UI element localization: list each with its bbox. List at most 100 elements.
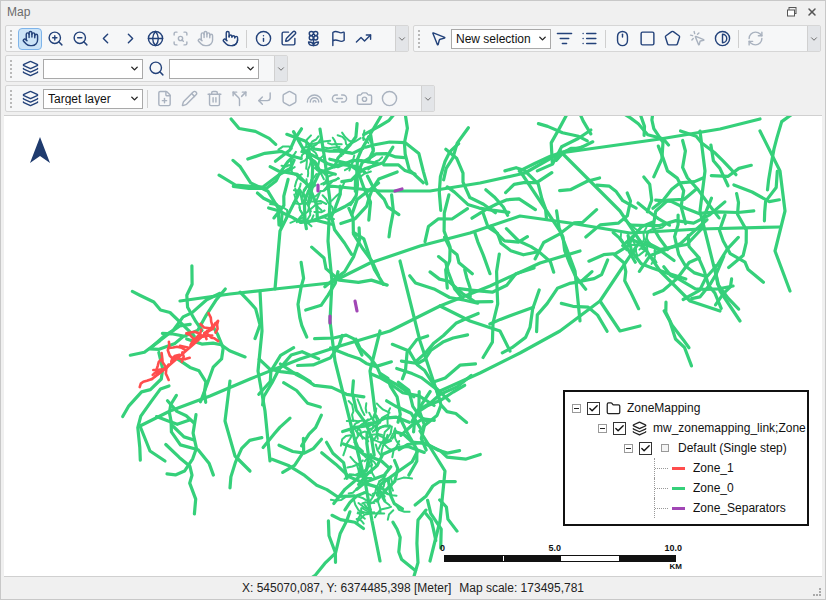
flag-icon bbox=[330, 30, 347, 47]
reverse-button[interactable] bbox=[252, 88, 276, 110]
snapshot-button[interactable] bbox=[352, 88, 376, 110]
next-extent-icon bbox=[122, 30, 139, 47]
toolbar-grip[interactable] bbox=[10, 30, 15, 48]
layer-checkbox[interactable] bbox=[639, 442, 652, 455]
points-button[interactable] bbox=[377, 88, 401, 110]
split-feature-button[interactable] bbox=[227, 88, 251, 110]
zoom-in-button[interactable] bbox=[43, 28, 67, 50]
select-by-attribute-button[interactable] bbox=[552, 28, 576, 50]
full-extent-icon bbox=[147, 30, 164, 47]
toolbar-overflow-button[interactable] bbox=[274, 56, 287, 81]
expand-toggle[interactable] bbox=[624, 444, 633, 453]
toolbar-grip[interactable] bbox=[10, 60, 15, 78]
zoom-selection-icon bbox=[172, 30, 189, 47]
layer-button[interactable] bbox=[18, 58, 42, 80]
full-extent-button[interactable] bbox=[143, 28, 167, 50]
title-bar: Map bbox=[1, 1, 825, 23]
vertices-button[interactable] bbox=[277, 88, 301, 110]
legend-root-row[interactable]: ZoneMapping bbox=[565, 398, 807, 418]
invert-selection-button[interactable] bbox=[710, 28, 734, 50]
search-icon bbox=[148, 60, 165, 77]
edit-attributes-icon bbox=[280, 30, 297, 47]
search-button[interactable] bbox=[144, 58, 168, 80]
map-canvas[interactable]: ZoneMappingmw_zonemapping_link;ZoneDefau… bbox=[4, 115, 822, 577]
layer-toolbar bbox=[5, 55, 288, 82]
close-button[interactable] bbox=[805, 5, 819, 19]
legend-style-row[interactable]: Default (Single step) bbox=[565, 438, 807, 458]
target-layer-icon bbox=[22, 90, 39, 107]
select-by-polygon-button[interactable] bbox=[660, 28, 684, 50]
check-icon bbox=[588, 403, 599, 414]
refresh-icon bbox=[747, 30, 764, 47]
identify-icon bbox=[255, 30, 272, 47]
layer-icon bbox=[22, 60, 39, 77]
arc-icon bbox=[306, 90, 323, 107]
selection-mode-dropdown[interactable]: New selection bbox=[451, 29, 551, 49]
pan-button[interactable] bbox=[18, 28, 42, 50]
toolbar-overflow-button[interactable] bbox=[395, 26, 408, 51]
select-icon bbox=[430, 30, 447, 47]
symbology-button[interactable] bbox=[301, 28, 325, 50]
edit-feature-icon bbox=[181, 90, 198, 107]
next-extent-button[interactable] bbox=[118, 28, 142, 50]
profile-button[interactable] bbox=[351, 28, 375, 50]
add-feature-button[interactable] bbox=[152, 88, 176, 110]
select-button[interactable] bbox=[426, 28, 450, 50]
restore-icon bbox=[787, 7, 797, 17]
identify-button[interactable] bbox=[251, 28, 275, 50]
clear-selection-button[interactable] bbox=[218, 28, 242, 50]
select-by-polygon-icon bbox=[664, 30, 681, 47]
navigation-toolbar bbox=[5, 25, 409, 52]
deselect-button[interactable] bbox=[685, 28, 709, 50]
legend-layer-row[interactable]: mw_zonemapping_link;Zone bbox=[565, 418, 807, 438]
arc-button[interactable] bbox=[302, 88, 326, 110]
expand-toggle[interactable] bbox=[598, 424, 607, 433]
toolbar-grip[interactable] bbox=[10, 90, 15, 108]
zoom-out-icon bbox=[72, 30, 89, 47]
profile-icon bbox=[355, 30, 372, 47]
resize-grip[interactable] bbox=[813, 588, 821, 596]
select-by-rectangle-button[interactable] bbox=[635, 28, 659, 50]
select-by-rectangle-icon bbox=[639, 30, 656, 47]
restore-button[interactable] bbox=[785, 5, 799, 19]
zoom-out-button[interactable] bbox=[68, 28, 92, 50]
status-bar: X: 545070,087, Y: 6374485,398 [Meter]Map… bbox=[1, 577, 825, 599]
legend-item: Zone_1 bbox=[565, 458, 807, 478]
delete-feature-icon bbox=[206, 90, 223, 107]
layer-dropdown[interactable] bbox=[43, 59, 143, 79]
symbology-icon bbox=[305, 30, 322, 47]
previous-extent-button[interactable] bbox=[93, 28, 117, 50]
check-icon bbox=[640, 443, 651, 454]
toolbar-separator bbox=[605, 30, 606, 48]
selection-toolbar: New selection bbox=[413, 25, 821, 52]
zoom-selection-button[interactable] bbox=[168, 28, 192, 50]
layer-checkbox[interactable] bbox=[613, 422, 626, 435]
target-layer-button[interactable] bbox=[18, 88, 42, 110]
select-by-click-icon bbox=[614, 30, 631, 47]
previous-extent-icon bbox=[97, 30, 114, 47]
selection-list-icon bbox=[581, 30, 598, 47]
refresh-button[interactable] bbox=[743, 28, 767, 50]
edit-attributes-button[interactable] bbox=[276, 28, 300, 50]
layer-checkbox[interactable] bbox=[587, 402, 600, 415]
chevron-down-icon bbox=[423, 94, 433, 104]
toolbar-overflow-button[interactable] bbox=[421, 86, 434, 111]
check-icon bbox=[614, 423, 625, 434]
connect-button[interactable] bbox=[327, 88, 351, 110]
selection-list-button[interactable] bbox=[577, 28, 601, 50]
edit-feature-button[interactable] bbox=[177, 88, 201, 110]
points-icon bbox=[381, 90, 398, 107]
pan-selection-button[interactable] bbox=[193, 28, 217, 50]
toolbar-overflow-button[interactable] bbox=[807, 26, 820, 51]
legend-item: Zone_0 bbox=[565, 478, 807, 498]
select-by-click-button[interactable] bbox=[610, 28, 634, 50]
toolbar-grip[interactable] bbox=[418, 30, 423, 48]
search-dropdown[interactable] bbox=[169, 59, 259, 79]
close-icon bbox=[806, 6, 818, 18]
legend-swatch bbox=[672, 507, 685, 510]
delete-feature-button[interactable] bbox=[202, 88, 226, 110]
target-layer-dropdown[interactable]: Target layer bbox=[43, 89, 143, 109]
flag-button[interactable] bbox=[326, 28, 350, 50]
expand-toggle[interactable] bbox=[572, 404, 581, 413]
north-arrow-icon bbox=[28, 136, 52, 164]
